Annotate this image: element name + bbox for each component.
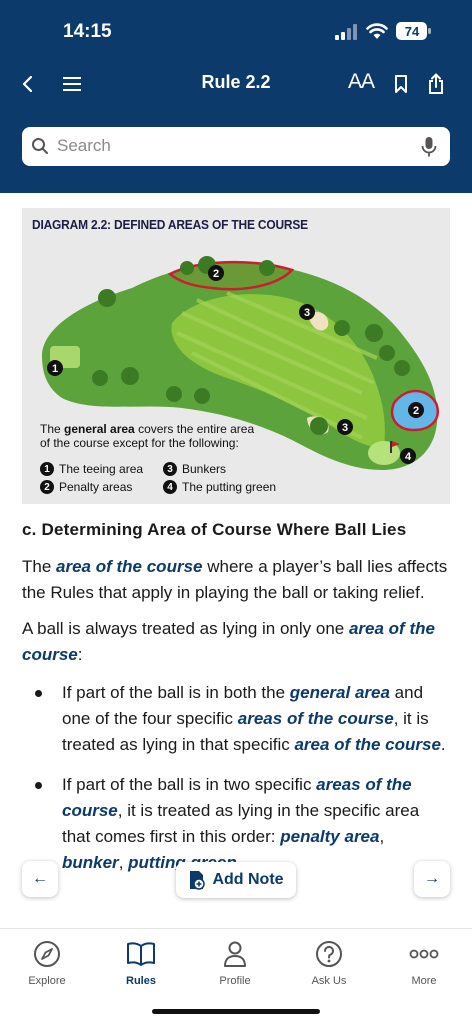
diagram-caption: The general area covers the entire area …: [40, 422, 255, 450]
arrow-right-icon: →: [424, 870, 440, 887]
legend-item: 1 The teeing area: [40, 462, 143, 476]
defined-term-link[interactable]: areas of the course: [238, 709, 394, 728]
defined-term-link[interactable]: area of the course: [56, 557, 202, 576]
marker-1-label: 1: [52, 363, 58, 375]
bookmark-button[interactable]: [387, 70, 415, 98]
search-bar[interactable]: Search: [22, 127, 450, 166]
share-button[interactable]: [422, 70, 450, 98]
bullet-list: If part of the ball is in both the gener…: [22, 680, 450, 876]
next-section-button[interactable]: →: [414, 861, 450, 897]
compass-icon: [34, 941, 60, 967]
section-heading: c. Determining Area of Course Where Ball…: [22, 520, 407, 539]
more-dots-icon: [409, 949, 439, 959]
add-note-button[interactable]: Add Note: [176, 862, 296, 898]
arrow-left-icon: ←: [32, 870, 48, 887]
font-size-button[interactable]: AA: [348, 70, 375, 94]
svg-text:4: 4: [405, 451, 412, 463]
defined-term-link[interactable]: bunker: [62, 853, 119, 872]
list-item: If part of the ball is in both the gener…: [22, 680, 450, 758]
tab-rules[interactable]: Rules: [101, 939, 181, 987]
svg-text:3: 3: [304, 307, 310, 319]
cellular-signal-icon: [335, 24, 357, 40]
search-icon: [32, 138, 48, 154]
home-indicator: [152, 1009, 320, 1014]
bookmark-icon: [395, 75, 407, 93]
legend-item: 2 Penalty areas: [40, 480, 132, 494]
legend-item: 3 Bunkers: [163, 462, 226, 476]
paragraph: A ball is always treated as lying in onl…: [22, 619, 435, 664]
previous-section-button[interactable]: ←: [22, 861, 58, 897]
wifi-icon: [366, 23, 388, 39]
nav-bar: Rule 2.2 AA: [0, 62, 472, 106]
add-note-icon: [190, 871, 206, 890]
status-time: 14:15: [63, 21, 112, 42]
tab-ask-us[interactable]: Ask Us: [289, 939, 369, 987]
svg-text:2: 2: [413, 405, 419, 417]
tab-explore[interactable]: Explore: [7, 939, 87, 987]
tab-more[interactable]: More: [384, 939, 464, 987]
add-note-label: Add Note: [212, 871, 284, 888]
tab-profile[interactable]: Profile: [195, 939, 275, 987]
defined-term-link[interactable]: penalty area: [280, 827, 379, 846]
course-illustration: 1 2 3 3 2 4: [42, 256, 439, 470]
question-icon: [316, 941, 342, 967]
share-icon: [429, 73, 443, 94]
search-input[interactable]: Search: [57, 136, 111, 156]
defined-term-link[interactable]: general area: [290, 683, 390, 702]
paragraph: The area of the course where a player’s …: [22, 557, 448, 602]
svg-text:2: 2: [213, 268, 219, 280]
status-bar: 14:15 74: [0, 20, 472, 46]
course-diagram: DIAGRAM 2.2: DEFINED AREAS OF THE COURSE…: [22, 208, 450, 504]
microphone-icon[interactable]: [420, 136, 438, 158]
book-icon: [127, 942, 155, 966]
defined-term-link[interactable]: area of the course: [294, 735, 440, 754]
app-header: 14:15 74 Rule 2.2 AA Search: [0, 0, 472, 193]
battery-level: 74: [404, 24, 420, 39]
rule-content: c. Determining Area of Course Where Ball…: [22, 520, 450, 890]
legend-item: 4 The putting green: [163, 480, 276, 494]
list-item: If part of the ball is in two specific a…: [22, 772, 450, 876]
person-icon: [224, 941, 246, 967]
svg-text:3: 3: [342, 422, 348, 434]
